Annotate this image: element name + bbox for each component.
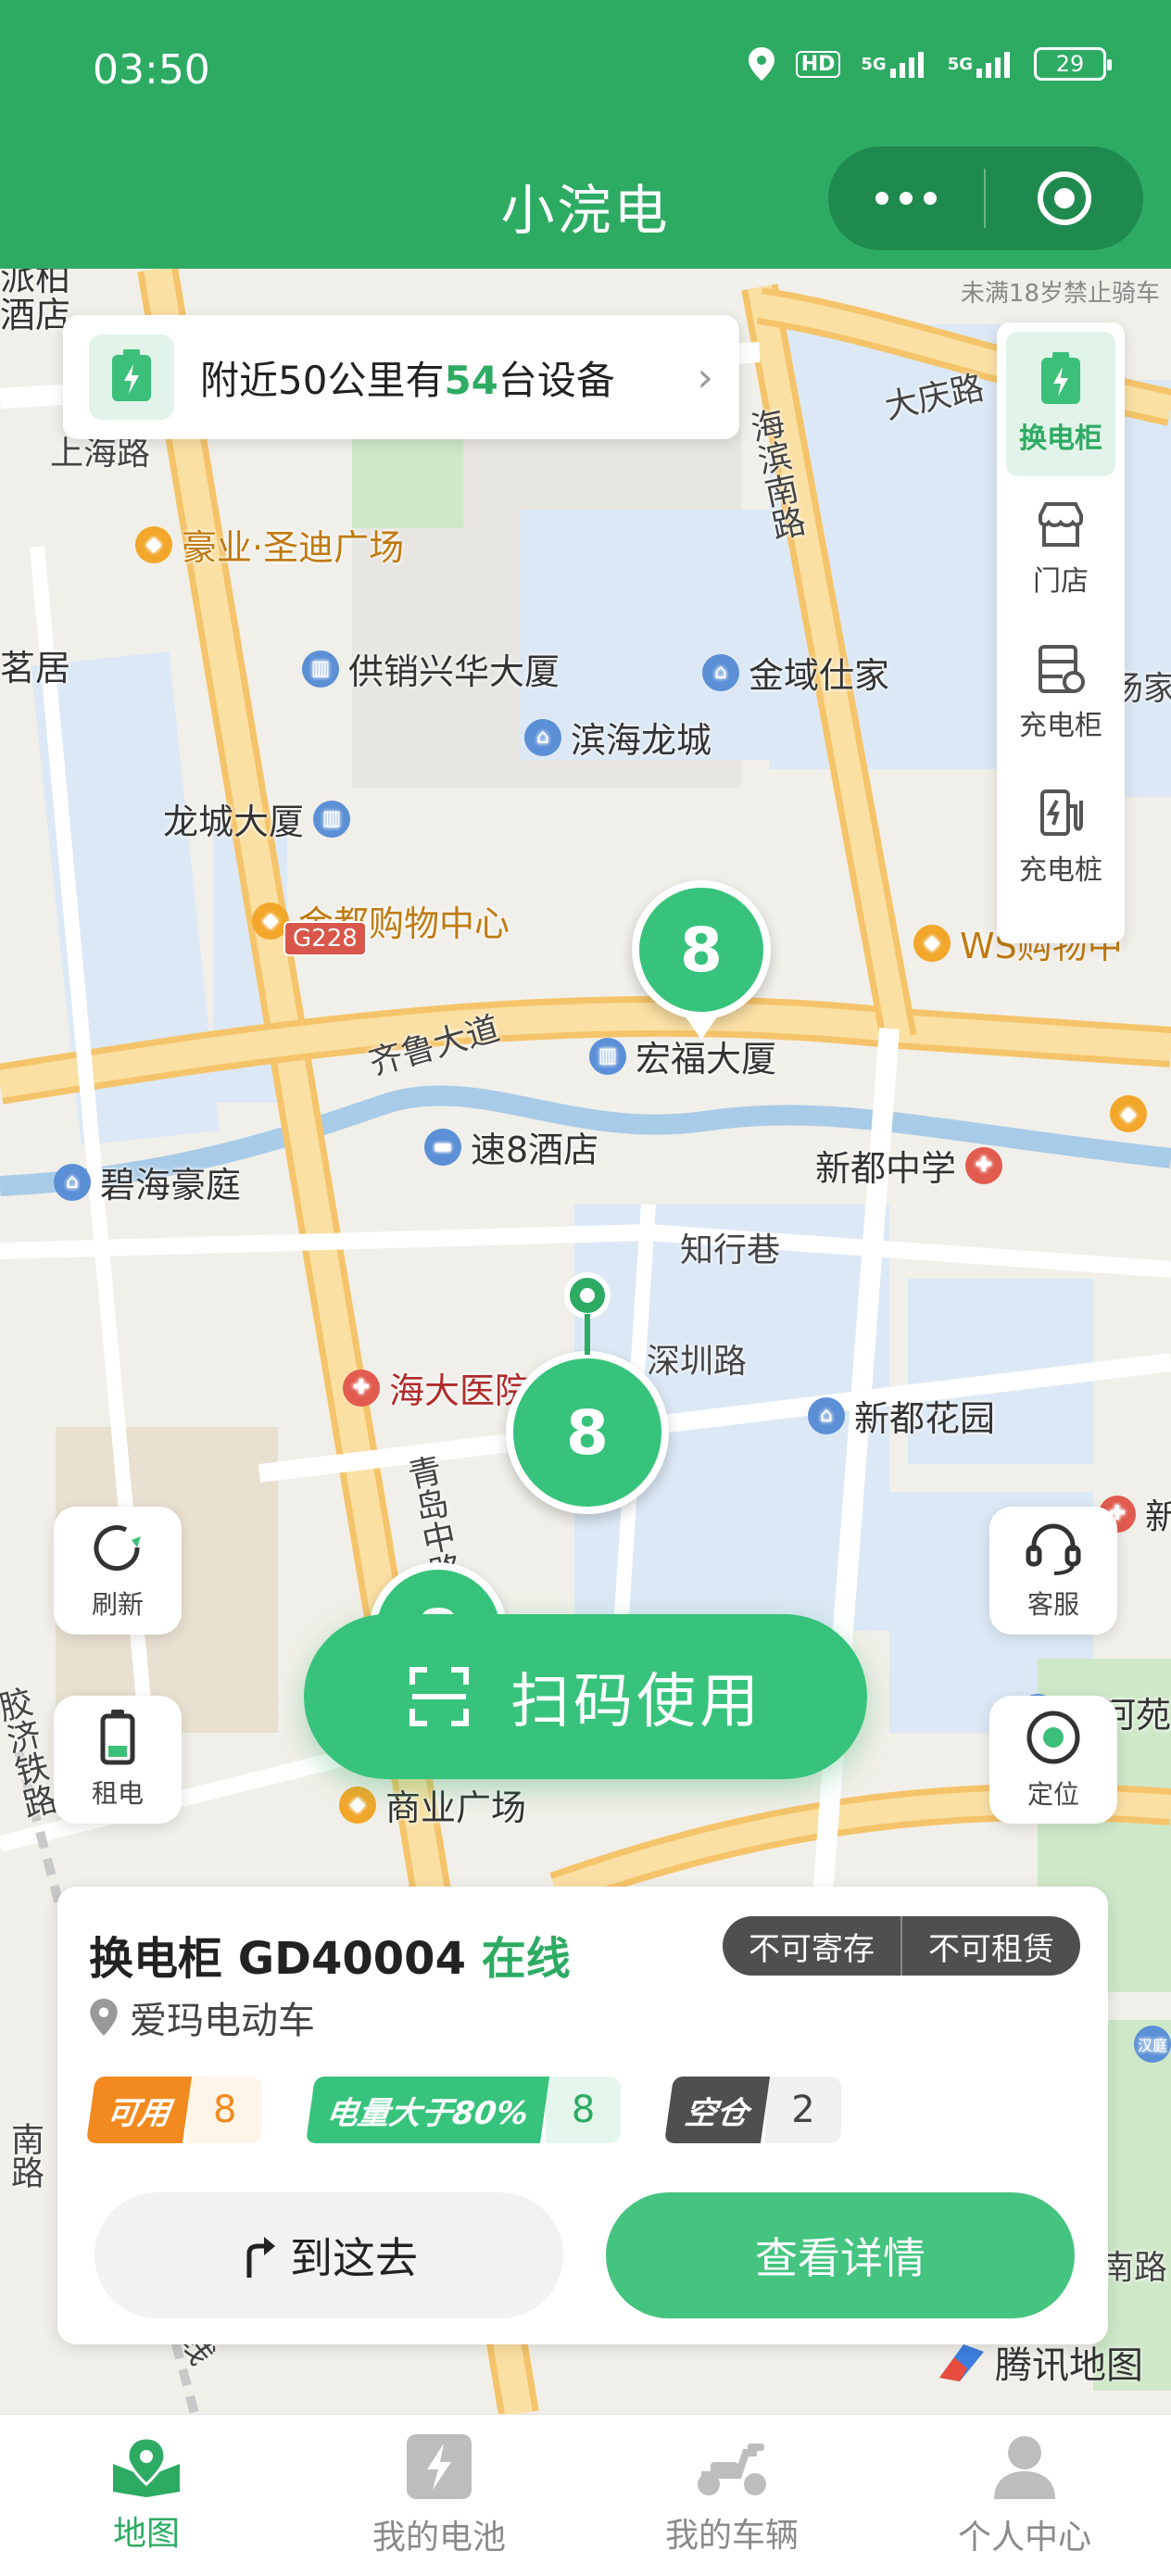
locate-button[interactable]: 定位 xyxy=(989,1696,1117,1824)
road-label: 深圳路 xyxy=(647,1343,748,1381)
mall-icon: ◆ xyxy=(1110,1095,1147,1132)
station-cluster-marker-selected[interactable]: 8 xyxy=(506,1351,669,1514)
charging-cabinet-icon xyxy=(1039,645,1085,693)
map-icon xyxy=(113,2436,180,2497)
poi-label[interactable]: ▥ 供销兴华大厦 xyxy=(302,643,560,694)
poi-label[interactable]: ✚ 海大医院 xyxy=(343,1362,530,1413)
school-icon: ✚ xyxy=(965,1146,1003,1184)
poi-label[interactable]: ⌂ 金域仕家 xyxy=(702,647,889,698)
station-type-filter: 换电柜 门店 充电柜 充电桩 xyxy=(997,322,1125,943)
poi-label[interactable]: 汉庭 xyxy=(1134,2026,1171,2063)
tab-my-battery[interactable]: 我的电池 xyxy=(293,2415,586,2576)
target-icon xyxy=(1038,171,1091,225)
station-tags: 不可寄存 不可租赁 xyxy=(723,1916,1080,1976)
poi-label[interactable]: 新都中学 ✚ xyxy=(815,1140,1003,1191)
nearby-count: 54 xyxy=(444,357,498,403)
station-status: 在线 xyxy=(481,1933,571,1985)
swap-cabinet-icon xyxy=(1041,352,1080,404)
refresh-button[interactable]: 刷新 xyxy=(54,1507,182,1635)
battery-icon xyxy=(100,1710,135,1765)
hospital-icon: ✚ xyxy=(343,1369,380,1407)
chevron-right-icon: › xyxy=(697,353,713,401)
mini-program-capsule xyxy=(828,146,1143,250)
riding-age-hint: 未满18岁禁止骑车 xyxy=(960,280,1160,308)
hotel-icon: ▬ xyxy=(424,1128,461,1166)
view-details-button[interactable]: 查看详情 xyxy=(606,2192,1075,2318)
stat-available: 可用 8 xyxy=(85,2077,263,2143)
poi-label[interactable]: 茗居 xyxy=(0,639,70,690)
refresh-icon xyxy=(94,1525,141,1572)
status-time: 03:50 xyxy=(93,46,210,94)
poi-label[interactable]: ⌂ 滨海龙城 xyxy=(524,712,711,763)
battery-bolt-icon xyxy=(407,2434,472,2499)
poi-label[interactable]: 龙城大厦 ▥ xyxy=(163,793,351,844)
building-icon: ▥ xyxy=(313,800,351,838)
building-icon: ▥ xyxy=(302,650,339,688)
more-menu-button[interactable] xyxy=(828,146,984,250)
tag-no-rental: 不可租赁 xyxy=(900,1916,1080,1976)
rent-battery-button[interactable]: 租电 xyxy=(54,1696,182,1824)
store-icon xyxy=(1039,502,1083,547)
filter-charging-pile[interactable]: 充电桩 xyxy=(1006,765,1115,910)
home-icon: ⌂ xyxy=(54,1163,91,1201)
poi-label[interactable]: ◆ 豪业·圣迪广场 xyxy=(135,519,404,570)
selected-location-pin-icon xyxy=(564,1272,611,1355)
road-label: 南路 xyxy=(1101,2249,1168,2287)
headset-icon xyxy=(1026,1523,1081,1575)
road-label: 知行巷 xyxy=(680,1231,781,1269)
station-title: 换电柜 GD40004 在线 xyxy=(89,1933,571,1985)
mall-icon: ◆ xyxy=(913,924,951,962)
tag-no-storage: 不可寄存 xyxy=(749,1930,875,1968)
filter-swap-cabinet[interactable]: 换电柜 xyxy=(1006,332,1115,476)
signal-5g-icon-2: 5G xyxy=(948,50,1014,78)
poi-label[interactable]: ◆ xyxy=(1110,1095,1147,1132)
charging-pile-icon xyxy=(1040,789,1083,836)
road-label: 南路 xyxy=(6,2122,44,2189)
poi-label[interactable]: ◆ 商业广场 xyxy=(339,1779,526,1830)
scooter-icon xyxy=(698,2443,766,2495)
station-address: 爱玛电动车 xyxy=(89,1990,315,2044)
tencent-map-logo-icon xyxy=(939,2344,984,2381)
mall-icon: ◆ xyxy=(135,525,172,563)
close-mini-program-button[interactable] xyxy=(986,169,1143,228)
poi-label[interactable]: ⌂ 新都花园 xyxy=(808,1390,995,1441)
station-cluster-marker[interactable]: 8 xyxy=(632,880,771,1040)
stat-empty-slots: 空仓 2 xyxy=(663,2077,841,2143)
scan-icon xyxy=(409,1667,469,1726)
nearby-text: 附近50公里有54台设备 xyxy=(200,357,615,403)
filter-charging-cabinet[interactable]: 充电柜 xyxy=(1006,621,1115,765)
mall-icon: ◆ xyxy=(339,1786,376,1824)
home-icon: ⌂ xyxy=(808,1396,845,1434)
station-stats: 可用 8 电量大于80% 8 空仓 2 xyxy=(85,2077,841,2143)
tab-profile[interactable]: 个人中心 xyxy=(878,2415,1171,2576)
customer-service-button[interactable]: 客服 xyxy=(989,1507,1117,1635)
nearby-devices-banner[interactable]: 附近50公里有54台设备 › xyxy=(63,315,739,439)
location-pin-icon xyxy=(90,1999,118,2036)
stat-above-80: 电量大于80% 8 xyxy=(305,2077,622,2143)
signal-5g-icon: 5G xyxy=(861,50,926,78)
station-info-card[interactable]: 换电柜 GD40004 在线 不可寄存 不可租赁 爱玛电动车 可用 8 电量大于8… xyxy=(57,1887,1108,2344)
filter-store[interactable]: 门店 xyxy=(1006,476,1115,621)
building-icon: ▥ xyxy=(589,1037,626,1075)
tab-map[interactable]: 地图 xyxy=(0,2415,293,2576)
hd-icon: HD xyxy=(795,50,841,78)
home-icon: ⌂ xyxy=(702,653,739,691)
poi-label[interactable]: ⌂ 碧海豪庭 xyxy=(54,1156,241,1207)
tab-my-vehicle[interactable]: 我的车辆 xyxy=(586,2415,878,2576)
bottom-tab-bar: 地图 我的电池 我的车辆 个人中心 xyxy=(0,2414,1171,2576)
poi-label[interactable]: ▬ 速8酒店 xyxy=(424,1121,598,1172)
locate-icon xyxy=(1026,1711,1080,1764)
navigate-button[interactable]: 到这去 xyxy=(94,2192,563,2318)
home-icon: ⌂ xyxy=(524,718,561,756)
directions-icon xyxy=(246,2237,275,2278)
app-header: 03:50 HD 5G 5G 29 小浣电 xyxy=(0,0,1171,269)
poi-label[interactable]: ▥ 宏福大厦 xyxy=(589,1030,776,1081)
route-badge: G228 xyxy=(283,921,367,956)
location-icon xyxy=(748,46,775,82)
status-bar-icons: HD 5G 5G 29 xyxy=(748,46,1112,82)
battery-icon: 29 xyxy=(1034,47,1112,81)
battery-cabinet-icon xyxy=(89,335,174,420)
scan-to-use-button[interactable]: 扫码使用 xyxy=(304,1614,867,1779)
user-icon xyxy=(994,2436,1055,2499)
